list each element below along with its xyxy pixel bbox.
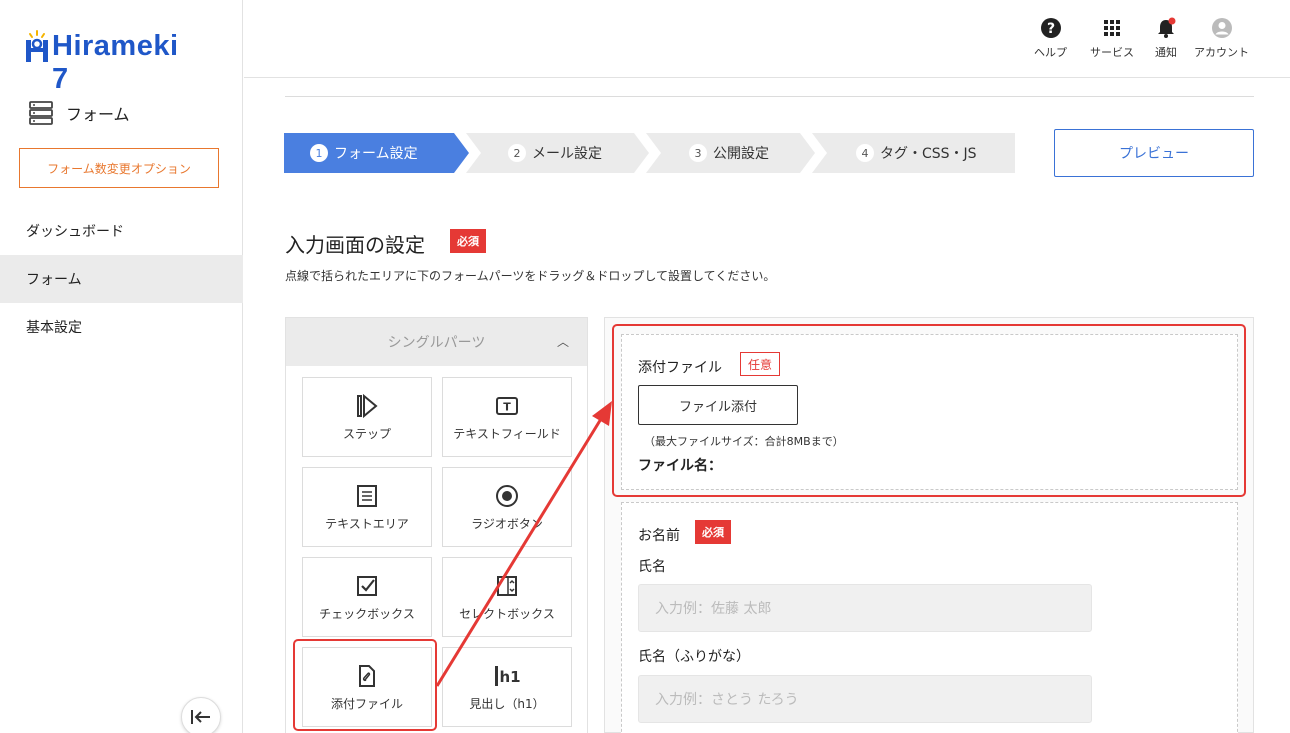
- part-heading-h1[interactable]: h1 見出し（h1）: [442, 647, 572, 727]
- optional-badge: 任意: [740, 352, 781, 376]
- server-icon: [29, 101, 53, 125]
- help-label: ヘルプ: [1034, 46, 1067, 59]
- help-button[interactable]: ? ヘルプ: [1034, 16, 1067, 60]
- required-badge: 必須: [695, 520, 731, 544]
- part-label: セレクトボックス: [459, 606, 555, 621]
- notifications-button[interactable]: 通知: [1154, 16, 1178, 60]
- file-name-label: ファイル名：: [638, 458, 722, 474]
- name-kana-field-label: 氏名（ふりがな）: [638, 649, 750, 665]
- form-field-attachment[interactable]: 添付ファイル 任意 ファイル添付 （最大ファイルサイズ：合計8MBまで） ファイ…: [621, 334, 1238, 490]
- bell-icon: [1158, 17, 1176, 38]
- logo[interactable]: Hirameki 7: [24, 28, 194, 95]
- field-label: お名前: [638, 528, 680, 544]
- parts-accordion-header[interactable]: シングルパーツ ︿: [286, 318, 587, 366]
- text-field-icon: T: [496, 396, 518, 415]
- form-drop-area[interactable]: 添付ファイル 任意 ファイル添付 （最大ファイルサイズ：合計8MBまで） ファイ…: [604, 317, 1254, 733]
- h1-icon-text: h1: [499, 668, 520, 686]
- checkbox-icon: [357, 575, 377, 596]
- logo-text: Hirameki 7: [52, 30, 179, 95]
- name-input[interactable]: 入力例：佐藤 太郎: [638, 584, 1092, 632]
- part-text-field[interactable]: T テキストフィールド: [442, 377, 572, 457]
- sidebar-title: フォーム: [28, 100, 130, 126]
- section-description: 点線で括られたエリアに下のフォームパーツをドラッグ＆ドロップして設置してください…: [285, 269, 776, 283]
- form-field-name[interactable]: お名前 必須 氏名 入力例：佐藤 太郎 氏名（ふりがな） 入力例：さとう たろう: [621, 502, 1238, 733]
- field-label: 添付ファイル: [638, 360, 722, 376]
- preview-button[interactable]: プレビュー: [1054, 129, 1254, 177]
- divider: [285, 96, 1254, 97]
- sidebar-item-basic-settings[interactable]: 基本設定: [0, 303, 243, 351]
- parts-header-label: シングルパーツ: [387, 335, 486, 351]
- part-step[interactable]: ステップ: [302, 377, 432, 457]
- account-label: アカウント: [1194, 46, 1249, 59]
- step-icon: [357, 393, 378, 418]
- h1-icon: h1: [495, 665, 520, 686]
- step-number: 4: [856, 144, 874, 162]
- text-area-icon: [357, 484, 377, 507]
- top-header: ? ヘルプ サービス 通知 アカウント: [244, 0, 1290, 78]
- file-size-note: （最大ファイルサイズ：合計8MBまで）: [644, 435, 844, 448]
- step-form-settings[interactable]: 1 フォーム設定: [310, 133, 418, 173]
- step-label: フォーム設定: [334, 146, 418, 162]
- step-tag-css-js[interactable]: 4 タグ・CSS・JS: [856, 133, 977, 173]
- select-icon: [497, 575, 517, 596]
- help-icon: ?: [1040, 18, 1061, 38]
- svg-text:?: ?: [1046, 21, 1054, 37]
- required-badge: 必須: [450, 229, 486, 253]
- form-count-option-button[interactable]: フォーム数変更オプション: [19, 148, 219, 188]
- sidebar-item-label: フォーム: [26, 272, 82, 288]
- services-label: サービス: [1090, 46, 1134, 59]
- step-mail-settings[interactable]: 2 メール設定: [508, 133, 602, 173]
- sidebar-title-label: フォーム: [66, 105, 130, 124]
- radio-icon: [496, 484, 518, 507]
- step-label: タグ・CSS・JS: [880, 146, 977, 162]
- part-label: テキストフィールド: [453, 426, 561, 441]
- collapse-arrow-icon: [191, 710, 210, 724]
- part-label: 添付ファイル: [330, 696, 403, 711]
- svg-text:T: T: [503, 400, 511, 413]
- step-label: メール設定: [532, 146, 602, 162]
- part-checkbox[interactable]: チェックボックス: [302, 557, 432, 637]
- part-label: チェックボックス: [319, 606, 415, 621]
- part-select-box[interactable]: セレクトボックス: [442, 557, 572, 637]
- chevron-up-icon: ︿: [556, 335, 569, 349]
- part-radio-button[interactable]: ラジオボタン: [442, 467, 572, 547]
- collapse-sidebar-button[interactable]: [181, 697, 221, 733]
- sidebar-item-label: 基本設定: [26, 320, 82, 336]
- sidebar: Hirameki 7 フォーム フォーム数変更オプション ダッシュボード フォー…: [0, 0, 243, 733]
- sidebar-item-dashboard[interactable]: ダッシュボード: [0, 207, 243, 255]
- step-number: 1: [310, 144, 328, 162]
- page-title: 入力画面の設定: [285, 233, 425, 257]
- part-label: ステップ: [342, 426, 391, 441]
- file-attach-button[interactable]: ファイル添付: [638, 385, 798, 425]
- part-label: ラジオボタン: [471, 516, 543, 531]
- part-label: 見出し（h1）: [469, 696, 545, 711]
- part-text-area[interactable]: テキストエリア: [302, 467, 432, 547]
- step-label: 公開設定: [713, 146, 769, 162]
- step-number: 3: [689, 144, 707, 162]
- name-kana-input[interactable]: 入力例：さとう たろう: [638, 675, 1092, 723]
- grid-icon: [1104, 20, 1120, 36]
- part-attachment[interactable]: 添付ファイル: [302, 647, 432, 727]
- sidebar-item-label: ダッシュボード: [26, 224, 124, 240]
- name-field-label: 氏名: [638, 559, 666, 575]
- part-label: テキストエリア: [325, 516, 409, 531]
- step-publish-settings[interactable]: 3 公開設定: [689, 133, 769, 173]
- services-button[interactable]: サービス: [1090, 16, 1134, 60]
- step-number: 2: [508, 144, 526, 162]
- account-button[interactable]: アカウント: [1194, 16, 1249, 60]
- sidebar-item-form[interactable]: フォーム: [0, 255, 243, 303]
- notifications-label: 通知: [1155, 46, 1177, 59]
- parts-panel: シングルパーツ ︿ ステップ T テキストフィールド テキストエリア ラジオボタ…: [285, 317, 588, 733]
- account-icon: [1211, 18, 1232, 38]
- attachment-icon: [359, 664, 375, 687]
